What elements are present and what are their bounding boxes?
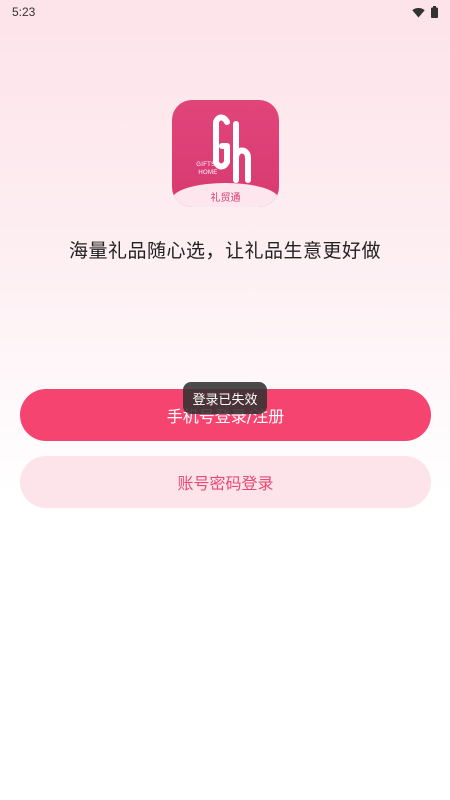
logo-band: 礼贸通: [172, 183, 279, 207]
app-slogan: 海量礼品随心选，让礼品生意更好做: [68, 240, 381, 262]
battery-icon: [431, 6, 438, 18]
status-time: 5:23: [12, 5, 36, 19]
account-login-label: 账号密码登录: [177, 474, 274, 493]
logo-band-text: 礼贸通: [210, 193, 241, 204]
status-icons: [412, 6, 438, 18]
logo-subtitle: GIFTS& HOME: [190, 161, 226, 177]
account-password-login-button[interactable]: 账号密码登录: [20, 456, 431, 508]
session-expired-toast: 登录已失效: [183, 382, 267, 414]
logo-sub-line1: GIFTS&: [196, 162, 220, 168]
toast-text: 登录已失效: [192, 392, 258, 408]
logo-sub-line2: HOME: [198, 170, 218, 176]
wifi-icon: [412, 7, 425, 18]
status-bar: 5:23: [0, 0, 450, 24]
app-logo: GIFTS& HOME 礼贸通: [172, 100, 279, 207]
